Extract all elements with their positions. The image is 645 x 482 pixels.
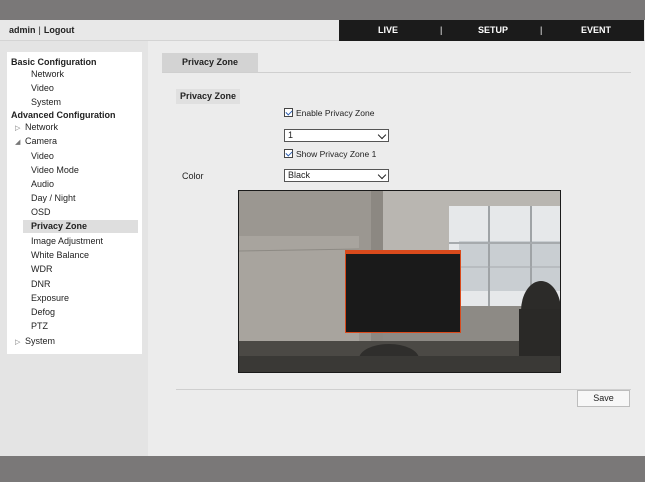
- show-privacy-zone-checkbox[interactable]: [284, 149, 293, 158]
- sidebar-item-video-mode[interactable]: Video Mode: [31, 164, 166, 177]
- sidebar-item-network[interactable]: Network: [31, 68, 166, 81]
- user-area: admin | Logout: [9, 25, 74, 35]
- sidebar-item-camera-video[interactable]: Video: [31, 150, 166, 163]
- sidebar-item-wdr[interactable]: WDR: [31, 263, 166, 276]
- sidebar-item-audio[interactable]: Audio: [31, 178, 166, 191]
- sidebar-item-white-balance[interactable]: White Balance: [31, 249, 166, 262]
- zone-number-value: 1: [288, 130, 294, 140]
- sidebar-item-defog[interactable]: Defog: [31, 306, 166, 319]
- nav-live[interactable]: LIVE: [378, 25, 398, 35]
- sidebar-group-camera[interactable]: ◢ Camera: [15, 135, 150, 148]
- nav-event[interactable]: EVENT: [581, 25, 611, 35]
- bottom-divider: [176, 389, 631, 390]
- sidebar-panel: Basic Configuration Network Video System…: [7, 52, 142, 354]
- nav-separator: |: [540, 25, 543, 35]
- logout-link[interactable]: Logout: [44, 25, 75, 35]
- sidebar-item-system[interactable]: System: [31, 96, 166, 109]
- sidebar-item-ptz[interactable]: PTZ: [31, 320, 166, 333]
- show-privacy-zone-label: Show Privacy Zone 1: [296, 149, 377, 159]
- footer: [0, 456, 645, 482]
- show-privacy-zone-row: Show Privacy Zone 1: [284, 148, 376, 160]
- sidebar-item-image-adjustment[interactable]: Image Adjustment: [31, 235, 166, 248]
- user-separator: |: [38, 25, 41, 35]
- nav-separator: |: [440, 25, 443, 35]
- nav-setup[interactable]: SETUP: [478, 25, 508, 35]
- enable-privacy-zone-label: Enable Privacy Zone: [296, 108, 375, 118]
- sidebar-item-dnr[interactable]: DNR: [31, 278, 166, 291]
- privacy-zone-mask[interactable]: [345, 250, 461, 333]
- color-label: Color: [182, 171, 204, 181]
- tab-divider: [162, 72, 631, 73]
- chevron-down-icon: [377, 170, 387, 180]
- sidebar: Basic Configuration Network Video System…: [0, 41, 148, 456]
- expand-arrow-icon: ▷: [15, 125, 21, 132]
- enable-privacy-zone-checkbox[interactable]: [284, 108, 293, 117]
- color-value: Black: [288, 170, 311, 180]
- enable-privacy-zone-row: Enable Privacy Zone: [284, 107, 374, 119]
- expand-arrow-icon: ▷: [15, 339, 21, 346]
- collapse-arrow-icon: ◢: [15, 139, 21, 146]
- sidebar-item-privacy-zone[interactable]: Privacy Zone: [23, 220, 138, 233]
- chevron-down-icon: [377, 130, 387, 140]
- username: admin: [9, 25, 36, 35]
- sidebar-item-day-night[interactable]: Day / Night: [31, 192, 166, 205]
- main-content: Privacy Zone Privacy Zone Enable Privacy…: [148, 41, 645, 456]
- video-preview[interactable]: [238, 190, 561, 373]
- sidebar-item-exposure[interactable]: Exposure: [31, 292, 166, 305]
- sidebar-group-system[interactable]: ▷ System: [15, 335, 150, 348]
- save-button[interactable]: Save: [577, 390, 630, 407]
- sidebar-item-video[interactable]: Video: [31, 82, 166, 95]
- tab-privacy-zone[interactable]: Privacy Zone: [162, 53, 258, 72]
- header: admin | Logout LIVE | SETUP | EVENT: [0, 20, 645, 41]
- top-nav: LIVE | SETUP | EVENT: [339, 20, 644, 41]
- section-label: Privacy Zone: [176, 89, 241, 104]
- sidebar-item-osd[interactable]: OSD: [31, 206, 166, 219]
- sidebar-group-network[interactable]: ▷ Network: [15, 121, 150, 134]
- color-select[interactable]: Black: [284, 169, 389, 182]
- zone-number-select[interactable]: 1: [284, 129, 389, 142]
- top-band: [0, 0, 645, 20]
